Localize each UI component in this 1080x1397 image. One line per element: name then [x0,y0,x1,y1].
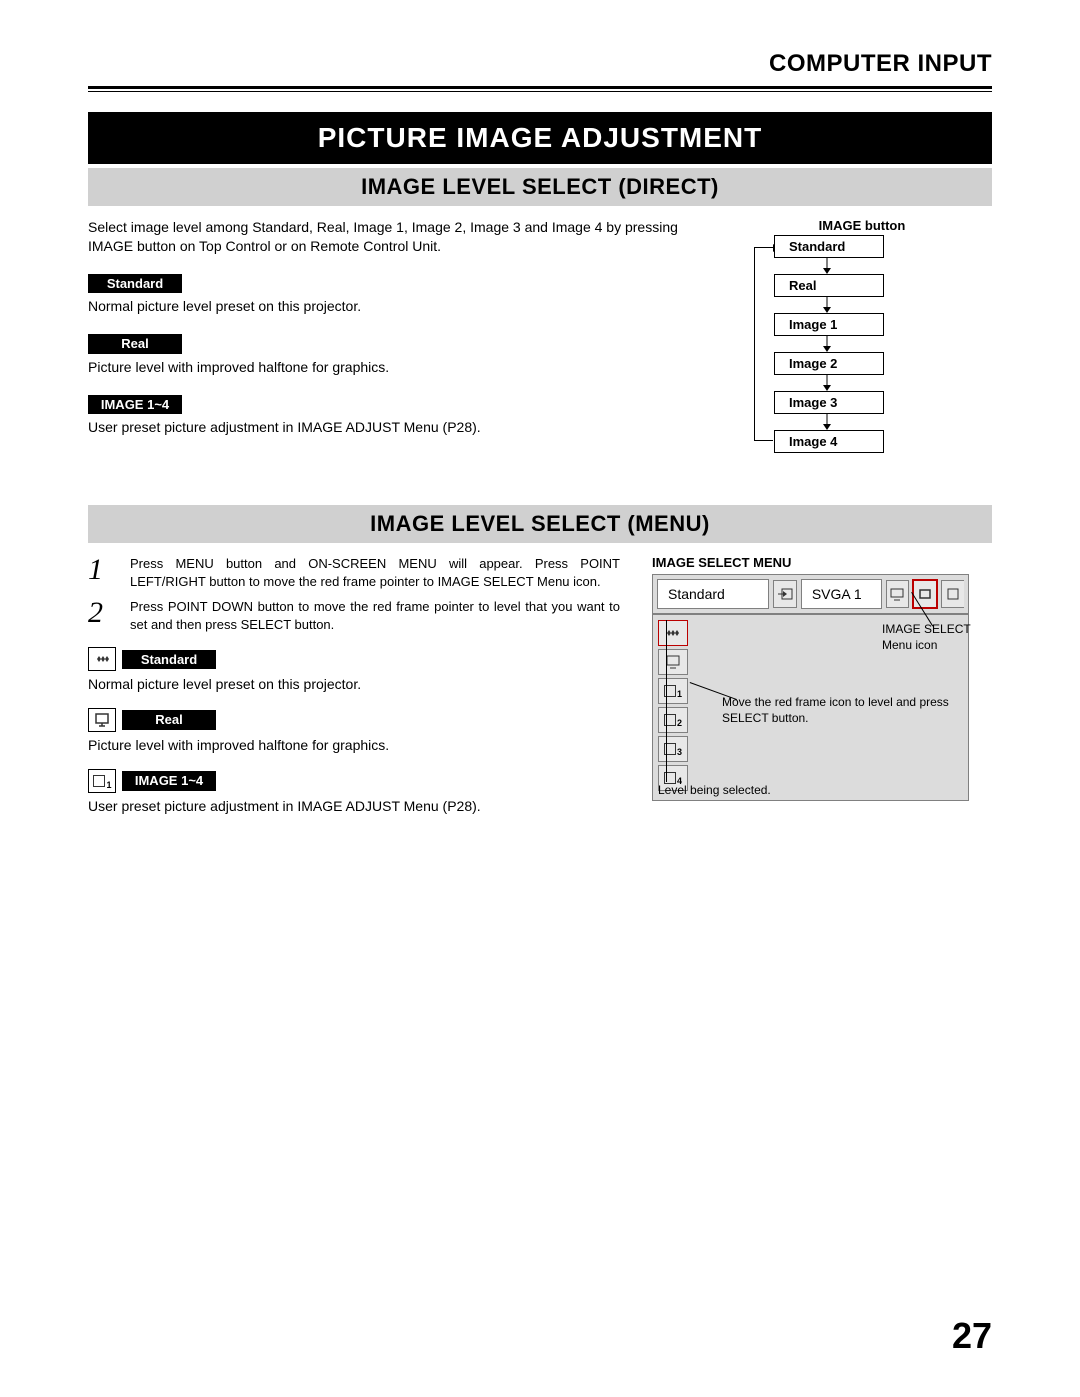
flow-box: Image 2 [774,352,884,375]
step-text: Press MENU button and ON-SCREEN MENU wil… [130,555,620,590]
input-icon [773,580,797,608]
direct-heading: IMAGE LEVEL SELECT (DIRECT) [88,168,992,206]
desc-image14: User preset picture adjustment in IMAGE … [88,418,712,437]
annot-level: Level being selected. [658,783,771,799]
step-text: Press POINT DOWN button to move the red … [130,598,620,633]
step-number: 2 [88,598,114,633]
flow-box: Image 1 [774,313,884,336]
label-image14-m: IMAGE 1~4 [122,771,216,791]
monitor-icon [88,708,116,732]
side-icon-img2: 2 [658,707,688,733]
desc-real: Picture level with improved halftone for… [88,358,712,377]
desc-image14-m: User preset picture adjustment in IMAGE … [88,797,632,816]
label-standard-m: Standard [122,650,216,670]
header-rule [88,86,992,92]
label-real-m: Real [122,710,216,730]
label-real: Real [88,334,182,354]
flow-box: Real [774,274,884,297]
square1-icon: 1 [88,769,116,793]
menu-field-mode: Standard [657,579,769,609]
section-header: COMPUTER INPUT [88,50,992,86]
label-standard: Standard [88,274,182,294]
desc-standard: Normal picture level preset on this proj… [88,297,712,316]
label-image14: IMAGE 1~4 [88,395,182,415]
flow-diagram: Standard Real Image 1 Image 2 Image 3 Im… [752,235,952,453]
ui-title: IMAGE SELECT MENU [652,555,992,570]
side-icon-img1: 1 [658,678,688,704]
flow-box: Standard [774,235,884,258]
page-number: 27 [952,1315,992,1357]
desc-real-m: Picture level with improved halftone for… [88,736,632,755]
side-icon-standard [658,620,688,646]
step-number: 1 [88,555,114,590]
desc-standard-m: Normal picture level preset on this proj… [88,675,632,694]
annot-move: Move the red frame icon to level and pre… [722,695,952,726]
flow-box: Image 3 [774,391,884,414]
menu-field-res: SVGA 1 [801,579,882,609]
menu-heading: IMAGE LEVEL SELECT (MENU) [88,505,992,543]
direct-intro: Select image level among Standard, Real,… [88,218,712,256]
title-banner: PICTURE IMAGE ADJUSTMENT [88,112,992,164]
pc-icon [886,580,910,608]
next-icon [941,580,964,608]
diamond-icon [88,647,116,671]
flow-box: Image 4 [774,430,884,453]
flow-title: IMAGE button [732,218,992,233]
annot-icon: IMAGE SELECT Menu icon [882,622,992,653]
side-icon-img3: 3 [658,736,688,762]
image-select-icon [913,580,937,608]
side-icon-real [658,649,688,675]
